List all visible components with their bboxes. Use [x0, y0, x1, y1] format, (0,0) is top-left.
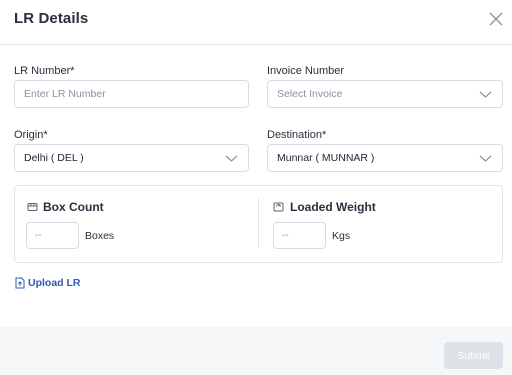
upload-lr-label: Upload LR: [28, 277, 81, 289]
chevron-down-icon: [479, 155, 492, 162]
loaded-weight-value: --: [282, 230, 289, 241]
modal-title: LR Details: [14, 10, 89, 27]
origin-label: Origin*: [14, 129, 48, 141]
weight-icon: [273, 202, 284, 212]
invoice-number-label: Invoice Number: [267, 65, 345, 77]
lr-number-placeholder: Enter LR Number: [24, 88, 106, 100]
box-count-input[interactable]: --: [26, 222, 79, 249]
origin-value: Delhi ( DEL ): [24, 152, 84, 164]
box-count-value: --: [35, 230, 42, 241]
destination-value: Munnar ( MUNNAR ): [277, 152, 375, 164]
origin-select[interactable]: Delhi ( DEL ): [14, 144, 249, 172]
modal-header: LR Details: [0, 0, 512, 45]
loaded-weight-unit: Kgs: [332, 230, 351, 242]
loaded-weight-input[interactable]: --: [273, 222, 326, 249]
destination-label: Destination*: [267, 129, 327, 141]
box-icon: [27, 203, 38, 211]
box-count-title: Box Count: [43, 200, 104, 214]
invoice-number-placeholder: Select Invoice: [277, 88, 343, 100]
invoice-number-select[interactable]: Select Invoice: [267, 80, 503, 108]
destination-select[interactable]: Munnar ( MUNNAR ): [267, 144, 503, 172]
modal-footer: [0, 327, 512, 375]
lr-details-modal: LR Details LR Number* Enter LR Number In…: [0, 0, 512, 375]
upload-file-icon: [15, 277, 25, 289]
panel-divider: [258, 198, 259, 248]
box-count-unit: Boxes: [85, 230, 115, 242]
close-icon[interactable]: [487, 10, 505, 28]
lr-number-label: LR Number*: [14, 65, 75, 77]
loaded-weight-title: Loaded Weight: [290, 200, 376, 214]
submit-button[interactable]: Submit: [444, 342, 503, 369]
chevron-down-icon: [479, 91, 492, 98]
lr-number-input[interactable]: Enter LR Number: [14, 80, 249, 108]
chevron-down-icon: [225, 155, 238, 162]
